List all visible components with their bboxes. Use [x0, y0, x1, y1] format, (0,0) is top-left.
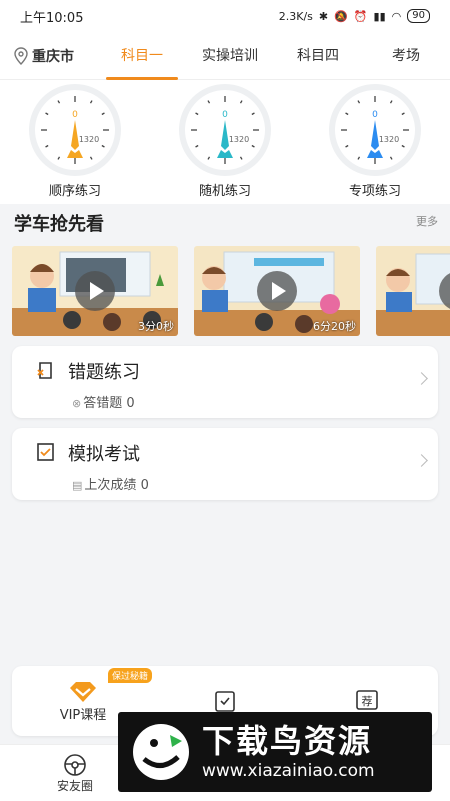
gauge-random[interactable]: 0 1320 随机练习 [166, 80, 284, 204]
video-thumbnail[interactable]: 3分0秒 [12, 246, 178, 336]
document-icon: ▤ [72, 479, 83, 492]
card-sub-label: 上次成绩 [84, 478, 137, 493]
gauge-total: 1320 [229, 135, 249, 144]
gauge-count: 0 [372, 110, 378, 120]
practice-gauges: 0 1320 顺序练习 0 1320 随机练习 0 1320 专项练习 [0, 80, 450, 204]
mock-exam-card[interactable]: 模拟考试 ▤ 上次成绩 0 [12, 428, 438, 500]
card-title: 模拟考试 [68, 444, 140, 465]
play-icon[interactable] [75, 271, 115, 311]
signal-icon: ▮▮ [373, 9, 386, 23]
dial-random-icon: 0 1320 [179, 84, 271, 176]
chevron-right-icon [415, 454, 428, 467]
gauge-special[interactable]: 0 1320 专项练习 [316, 80, 434, 204]
video-thumbnail[interactable]: 6分20秒 [194, 246, 360, 336]
gauge-label: 顺序练习 [48, 184, 101, 199]
vip-course-label: VIP课程 [59, 707, 107, 723]
watermark-url: www.xiazainiao.com [202, 761, 375, 781]
svg-text:荐: 荐 [362, 695, 373, 708]
card-sub-label: 答错题 [83, 396, 123, 411]
gauge-label: 专项练习 [348, 184, 401, 199]
wrong-mark-icon: ⊗ [72, 397, 82, 410]
tab-exam-site[interactable]: 考场 [362, 32, 450, 80]
alarm-icon: ⏰ [353, 9, 368, 23]
wrong-questions-icon [37, 362, 52, 379]
video-thumbnail[interactable] [376, 246, 450, 336]
network-speed: 2.3K/s [278, 9, 313, 23]
top-nav: 重庆市 科目一 实操培训 科目四 考场 [0, 32, 450, 80]
status-bar: 上午10:05 2.3K/s ✱ 🔕 ⏰ ▮▮ ◠ 90 [0, 0, 450, 32]
tab-subject-one[interactable]: 科目一 [98, 32, 186, 80]
recommend-icon: 荐 [356, 690, 378, 710]
chevron-right-icon [415, 372, 428, 385]
card-sub-value: 0 [140, 478, 149, 493]
gauge-count: 0 [222, 110, 228, 120]
dial-special-icon: 0 1320 [329, 84, 421, 176]
video-carousel: 3分0秒 6分20秒 [12, 246, 450, 336]
vip-badge: 保过秘籍 [108, 668, 153, 683]
status-time: 上午10:05 [20, 10, 84, 26]
gauge-label: 随机练习 [198, 184, 251, 199]
card-title: 错题练习 [68, 362, 140, 383]
gauge-total: 1320 [379, 135, 399, 144]
gauge-sequential[interactable]: 0 1320 顺序练习 [16, 80, 134, 204]
steering-wheel-icon [64, 753, 86, 776]
city-selector[interactable]: 重庆市 [0, 46, 98, 66]
gauge-count: 0 [72, 110, 78, 120]
watermark-title: 下载鸟资源 [202, 722, 373, 760]
bird-logo-icon [133, 724, 189, 780]
vip-diamond-icon [70, 681, 96, 702]
wrong-questions-card[interactable]: 错题练习 ⊗ 答错题 0 [12, 346, 438, 418]
video-duration: 6分20秒 [313, 320, 356, 333]
tab-community-label: 安友圈 [56, 778, 93, 793]
tab-practical-training[interactable]: 实操培训 [186, 32, 274, 80]
mock-exam-icon [37, 443, 54, 461]
tab-subject-four[interactable]: 科目四 [274, 32, 362, 80]
gauge-total: 1320 [79, 135, 99, 144]
play-icon[interactable] [257, 271, 297, 311]
watermark-banner: 下载鸟资源 www.xiazainiao.com [118, 712, 432, 792]
card-sub-value: 0 [126, 396, 135, 411]
dial-sequential-icon: 0 1320 [29, 84, 121, 176]
preview-section-title: 学车抢先看 [14, 214, 104, 235]
bluetooth-icon: ✱ [318, 9, 329, 23]
city-name: 重庆市 [32, 48, 74, 65]
more-link[interactable]: 更多 [416, 213, 438, 229]
mute-icon: 🔕 [334, 9, 348, 23]
card-subtitle: ▤ 上次成绩 0 [72, 474, 149, 493]
battery-icon: 90 [407, 9, 430, 23]
card-subtitle: ⊗ 答错题 0 [72, 392, 135, 411]
location-pin-icon [14, 46, 28, 65]
wifi-icon: ◠ [391, 9, 402, 23]
status-icons: 2.3K/s ✱ 🔕 ⏰ ▮▮ ◠ 90 [279, 9, 430, 23]
video-duration: 3分0秒 [138, 320, 174, 333]
clipboard-check-icon [215, 691, 235, 712]
